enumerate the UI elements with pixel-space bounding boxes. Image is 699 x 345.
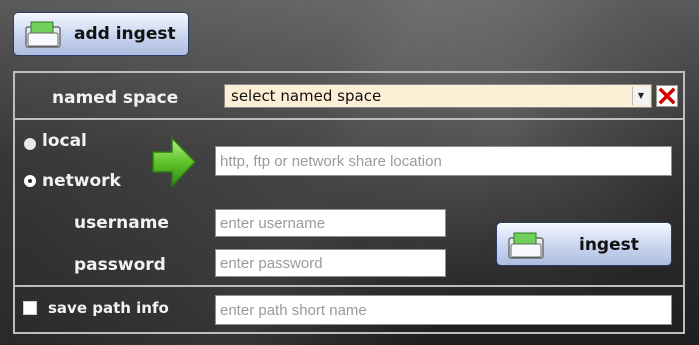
add-ingest-button[interactable]: add ingest (13, 12, 189, 56)
close-icon[interactable] (656, 85, 678, 107)
named-space-label: named space (52, 88, 179, 108)
username-label: username (74, 213, 169, 233)
save-path-label: save path info (48, 299, 169, 317)
location-input[interactable] (215, 146, 672, 176)
named-space-value: select named space (231, 87, 382, 105)
arrow-right-icon (152, 137, 196, 187)
local-label: local (42, 131, 87, 151)
password-input[interactable] (215, 249, 446, 277)
named-space-select[interactable]: select named space ▼ (224, 84, 652, 108)
folder-add-icon (25, 21, 61, 48)
add-ingest-label: add ingest (74, 24, 176, 44)
folder-add-icon (508, 232, 544, 259)
local-radio[interactable] (24, 138, 36, 150)
divider-bottom (13, 285, 685, 287)
chevron-down-icon[interactable]: ▼ (632, 87, 649, 105)
ingest-label: ingest (579, 235, 639, 255)
network-radio[interactable] (24, 175, 36, 187)
divider-top (13, 118, 685, 120)
username-input[interactable] (215, 209, 446, 237)
password-label: password (74, 255, 166, 275)
save-path-checkbox[interactable] (23, 301, 37, 315)
network-label: network (42, 171, 121, 191)
ingest-button[interactable]: ingest (496, 222, 672, 266)
path-short-name-input[interactable] (215, 295, 672, 325)
